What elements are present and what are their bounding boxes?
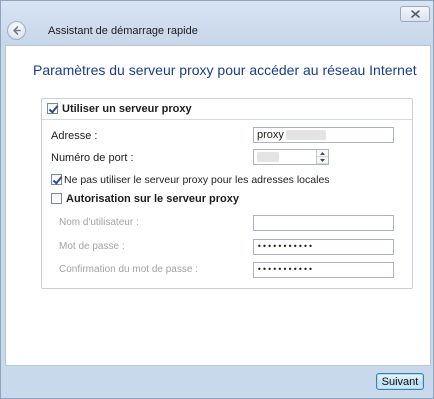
port-spinner[interactable]: [316, 150, 328, 164]
wizard-footer: Suivant: [5, 365, 429, 396]
address-input[interactable]: proxy: [253, 127, 394, 143]
spin-down-button[interactable]: [317, 157, 328, 164]
port-label: Numéro de port :: [51, 152, 134, 164]
address-label: Adresse :: [51, 130, 98, 142]
proxy-group-header: Utiliser un serveur proxy: [42, 99, 412, 120]
address-value: proxy: [257, 129, 284, 141]
password-value: •••••••••••: [257, 242, 314, 251]
address-redacted-blur: [286, 130, 326, 140]
chevron-down-icon: [320, 158, 325, 162]
close-button[interactable]: [400, 6, 430, 22]
window-title: Assistant de démarrage rapide: [48, 25, 198, 37]
confirm-password-label: Confirmation du mot de passe :: [59, 264, 198, 275]
bypass-local-label: Ne pas utiliser le serveur proxy pour le…: [64, 174, 330, 186]
quick-start-wizard-window: Assistant de démarrage rapide Paramètres…: [0, 0, 434, 399]
auth-checkbox[interactable]: [51, 193, 62, 204]
chevron-up-icon: [320, 151, 325, 155]
back-button[interactable]: [7, 21, 26, 40]
use-proxy-label: Utiliser un serveur proxy: [62, 103, 192, 115]
port-redacted-blur: [257, 152, 279, 162]
wizard-content: Paramètres du serveur proxy pour accéder…: [5, 45, 431, 366]
page-heading: Paramètres du serveur proxy pour accéder…: [33, 62, 417, 78]
password-input[interactable]: •••••••••••: [253, 239, 394, 255]
spin-up-button[interactable]: [317, 150, 328, 157]
next-button[interactable]: Suivant: [376, 373, 424, 390]
proxy-settings-group: Utiliser un serveur proxy Adresse : prox…: [41, 98, 413, 289]
bypass-local-checkbox[interactable]: [51, 174, 62, 185]
auth-label: Autorisation sur le serveur proxy: [66, 193, 239, 205]
title-bar: Assistant de démarrage rapide: [1, 1, 433, 45]
confirm-password-input[interactable]: •••••••••••: [253, 262, 394, 278]
back-arrow-icon: [13, 26, 21, 35]
confirm-password-value: •••••••••••: [257, 265, 314, 274]
password-label: Mot de passe :: [59, 241, 125, 252]
username-label: Nom d'utilisateur :: [59, 217, 139, 228]
close-icon: [410, 10, 420, 18]
port-input[interactable]: [253, 149, 329, 165]
use-proxy-checkbox[interactable]: [47, 103, 58, 114]
username-input[interactable]: [253, 215, 394, 231]
